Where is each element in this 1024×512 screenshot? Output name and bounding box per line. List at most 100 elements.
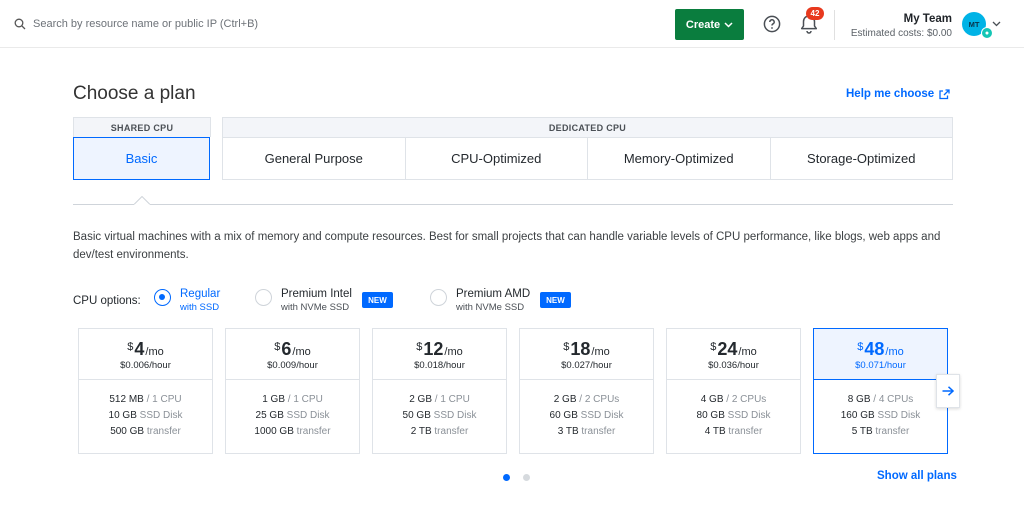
transfer-label: transfer (146, 426, 181, 437)
carousel-dot-2[interactable] (523, 474, 530, 481)
disk-label: SSD Disk (433, 410, 477, 421)
hourly-price: $0.027 (561, 360, 591, 371)
memory-value: 1 GB (262, 394, 285, 405)
estimated-costs: Estimated costs: $0.00 (850, 28, 952, 39)
cpu-value: 1 CPU (440, 394, 470, 405)
transfer-label: transfer (581, 426, 616, 437)
tab-memory-optimized[interactable]: Memory-Optimized (588, 138, 771, 179)
per-hour: /hour (296, 360, 318, 371)
memory-value: 8 GB (847, 394, 871, 405)
currency-symbol: $ (127, 341, 134, 353)
arrow-right-icon (942, 386, 954, 396)
memory-value: 2 GB (553, 394, 577, 405)
monthly-price: 24 (717, 339, 738, 359)
monthly-price: 6 (281, 339, 292, 359)
per-hour: /hour (884, 360, 906, 371)
per-month: /mo (591, 346, 610, 358)
radio-button[interactable] (255, 289, 272, 306)
dedicated-cpu-label: DEDICATED CPU (222, 117, 953, 137)
disk-value: 50 GB (402, 410, 431, 421)
help-me-choose-link[interactable]: Help me choose (846, 88, 950, 100)
chevron-down-icon[interactable] (992, 21, 1001, 27)
plan-card-6[interactable]: $6/mo $0.009/hour 1 GB / 1 CPU 25 GB SSD… (225, 328, 360, 454)
cpu-option-title: Regular (180, 288, 221, 300)
create-label: Create (685, 18, 721, 31)
plan-card-12[interactable]: $12/mo $0.018/hour 2 GB / 1 CPU 50 GB SS… (372, 328, 507, 454)
cpu-value: 4 CPUs (878, 394, 914, 405)
disk-label: SSD Disk (139, 410, 183, 421)
external-link-icon (939, 88, 950, 99)
hourly-price: $0.071 (855, 360, 885, 371)
team-switcher[interactable]: My Team Estimated costs: $0.00 (838, 12, 952, 40)
cpu-options-label: CPU options: (73, 295, 141, 307)
new-badge: NEW (362, 292, 393, 308)
cpu-option-subtitle: with SSD (180, 302, 220, 313)
dedicated-cpu-group: DEDICATED CPU General Purpose CPU-Optimi… (222, 117, 953, 181)
monthly-price: 4 (134, 339, 145, 359)
selected-tab-caret-icon (134, 196, 150, 205)
search-bar[interactable] (14, 14, 314, 34)
hourly-price: $0.018 (414, 360, 444, 371)
tab-cpu-optimized[interactable]: CPU-Optimized (405, 138, 588, 179)
currency-symbol: $ (857, 341, 864, 353)
disk-value: 60 GB (549, 410, 578, 421)
transfer-label: transfer (296, 426, 331, 437)
cpu-option-title: Premium Intel (281, 288, 352, 300)
cpu-option-regular[interactable]: Regular with SSD (154, 287, 220, 315)
cpu-value: 1 CPU (152, 394, 182, 405)
shared-cpu-label: SHARED CPU (73, 117, 211, 137)
monthly-price: 48 (864, 339, 885, 359)
notification-count-badge: 42 (806, 7, 824, 20)
disk-value: 10 GB (108, 410, 137, 421)
memory-value: 512 MB (109, 394, 144, 405)
shared-cpu-group: SHARED CPU Basic (73, 117, 211, 181)
disk-label: SSD Disk (727, 410, 771, 421)
disk-value: 80 GB (696, 410, 725, 421)
transfer-value: 1000 GB (254, 426, 294, 437)
plan-description: Basic virtual machines with a mix of mem… (73, 231, 941, 261)
disk-value: 25 GB (255, 410, 284, 421)
tab-basic[interactable]: Basic (73, 137, 210, 180)
cpu-option-title: Premium AMD (456, 288, 531, 300)
hourly-price: $0.009 (267, 360, 297, 371)
new-badge: NEW (540, 292, 571, 308)
page-title: Choose a plan (73, 83, 196, 104)
transfer-value: 4 TB (704, 426, 726, 437)
next-plans-button[interactable] (936, 374, 960, 408)
carousel-dot-1[interactable] (503, 474, 510, 481)
transfer-label: transfer (728, 426, 763, 437)
cpu-value: 2 CPUs (584, 394, 620, 405)
cpu-option-premium-intel[interactable]: Premium Intel with NVMe SSD (255, 287, 352, 315)
transfer-value: 2 TB (410, 426, 432, 437)
radio-button[interactable] (430, 289, 447, 306)
chevron-down-icon (724, 21, 733, 28)
radio-button[interactable] (154, 289, 171, 306)
per-month: /mo (444, 346, 463, 358)
cpu-option-subtitle: with NVMe SSD (281, 302, 350, 313)
show-all-plans-link[interactable]: Show all plans (877, 470, 957, 482)
disk-label: SSD Disk (877, 410, 921, 421)
per-month: /mo (738, 346, 757, 358)
disk-value: 160 GB (840, 410, 875, 421)
cpu-value: 1 CPU (293, 394, 323, 405)
hourly-price: $0.036 (708, 360, 738, 371)
currency-symbol: $ (563, 341, 570, 353)
disk-label: SSD Disk (286, 410, 330, 421)
per-hour: /hour (590, 360, 612, 371)
plan-card-4[interactable]: $4/mo $0.006/hour 512 MB / 1 CPU 10 GB S… (78, 328, 213, 454)
transfer-value: 5 TB (851, 426, 873, 437)
create-button[interactable]: Create (675, 9, 744, 40)
help-icon[interactable] (763, 15, 781, 33)
cpu-option-premium-amd[interactable]: Premium AMD with NVMe SSD (430, 287, 530, 315)
plan-card-48[interactable]: $48/mo $0.071/hour 8 GB / 4 CPUs 160 GB … (813, 328, 948, 454)
search-icon (14, 18, 26, 30)
plan-card-18[interactable]: $18/mo $0.027/hour 2 GB / 2 CPUs 60 GB S… (519, 328, 654, 454)
tab-general-purpose[interactable]: General Purpose (223, 138, 406, 179)
disk-label: SSD Disk (580, 410, 624, 421)
team-status-icon: ● (981, 27, 993, 39)
memory-value: 4 GB (700, 394, 724, 405)
search-input[interactable] (33, 18, 293, 30)
cpu-option-subtitle: with NVMe SSD (456, 302, 525, 313)
tab-storage-optimized[interactable]: Storage-Optimized (770, 138, 952, 179)
plan-card-24[interactable]: $24/mo $0.036/hour 4 GB / 2 CPUs 80 GB S… (666, 328, 801, 454)
